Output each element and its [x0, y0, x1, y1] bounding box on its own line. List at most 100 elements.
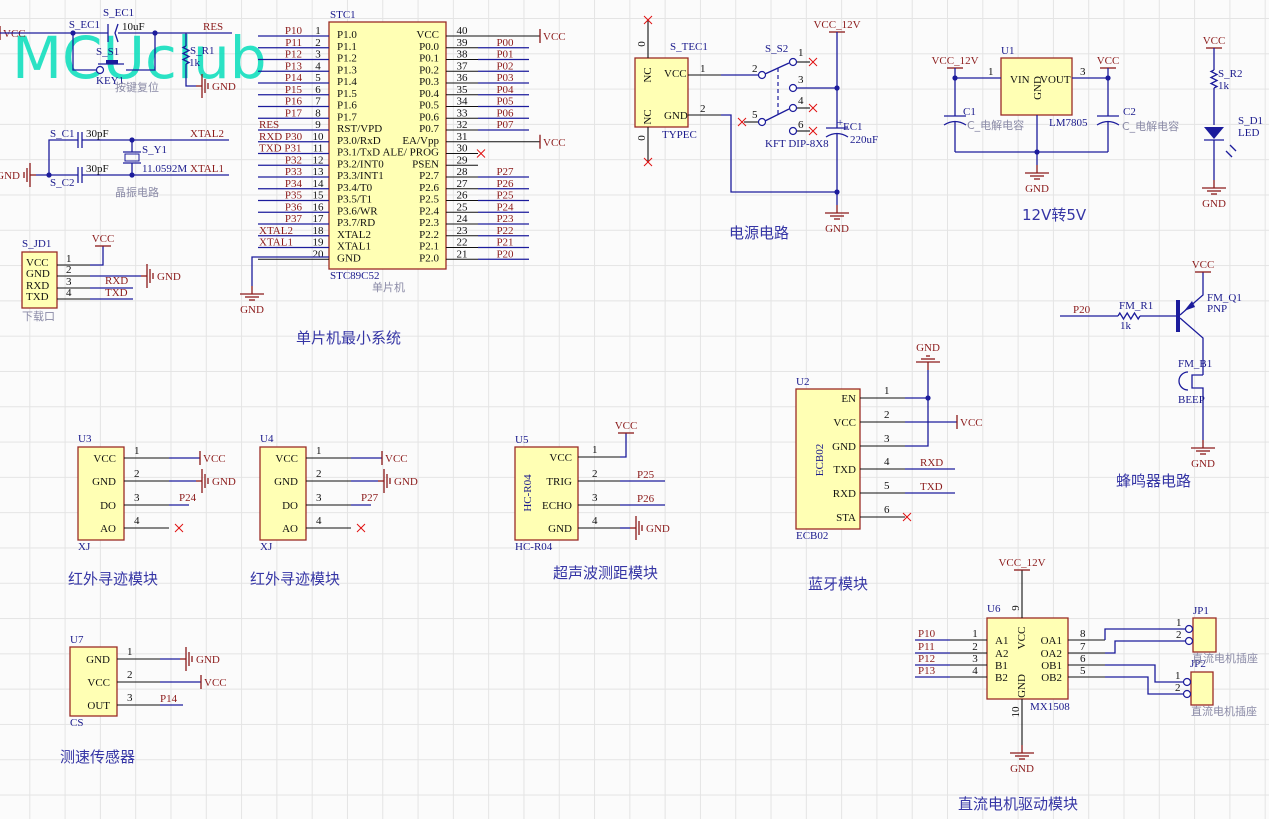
- power-label: VCC: [960, 417, 983, 429]
- ec1-ref: EC1: [843, 121, 863, 133]
- wire: [620, 433, 627, 458]
- bluetooth-pin-name: STA: [836, 512, 856, 524]
- power-label: VCC: [385, 453, 408, 465]
- pushbutton-icon: [106, 60, 118, 64]
- net-label: P34: [285, 178, 303, 190]
- pin-number: 1: [988, 66, 994, 78]
- download-header-ref: S_JD1: [22, 238, 51, 250]
- motor-driver-pin-name: A2: [995, 648, 1008, 660]
- mcu-pin-name: P1.0: [337, 29, 357, 41]
- pin-number: 1: [884, 385, 890, 397]
- mcu-pin-name: P3.2/INT0: [337, 158, 384, 170]
- net-label: P33: [285, 166, 303, 178]
- reset-caption: 按键复位: [115, 80, 159, 94]
- u3-pin-name: VCC: [93, 453, 116, 465]
- u3-pin-name: GND: [92, 476, 116, 488]
- pin-number: 8: [1080, 628, 1086, 640]
- pin-number: 3: [316, 492, 322, 504]
- crystal-c1-value: 30pF: [86, 128, 109, 140]
- ground-label: GND: [240, 304, 264, 316]
- ground-label: GND: [916, 342, 940, 354]
- rxd-net-label: RXD: [105, 275, 128, 287]
- switch-part: KFT DIP-8X8: [765, 138, 829, 150]
- pin-number: 4: [592, 515, 598, 527]
- pin-number: 2: [884, 409, 890, 421]
- u7-ref: U7: [70, 634, 84, 646]
- mcu-ref: STC1: [330, 9, 356, 21]
- net-label: P26: [637, 493, 655, 505]
- reset-resistor-ref: S_R1: [190, 45, 214, 57]
- pin-number: 1: [1175, 670, 1181, 682]
- mcu-pin-name: P0.0: [419, 41, 439, 53]
- mcu-pin-name: P1.7: [337, 111, 357, 123]
- mcu-pin-name: P0.1: [419, 53, 439, 65]
- pin-number: 36: [457, 72, 469, 84]
- net-label: P25: [496, 190, 514, 202]
- jp2-caption: 直流电机插座: [1191, 704, 1257, 718]
- junction-dot: [834, 85, 840, 91]
- pin-number: 26: [457, 190, 469, 202]
- jp1-connector-body: [1192, 617, 1217, 653]
- net-label: RES: [259, 119, 279, 131]
- pin-number: 8: [315, 107, 321, 119]
- pin-number: 20: [313, 248, 325, 260]
- led-resistor-icon: [1209, 69, 1219, 89]
- pin-number: 9: [1010, 605, 1022, 611]
- pin-number: 4: [316, 515, 322, 527]
- pin-number: 5: [1080, 665, 1086, 677]
- net-label: P11: [285, 37, 302, 49]
- mcu-pin-name: P3.4/T0: [337, 182, 373, 194]
- pin-number: 38: [457, 49, 469, 61]
- motor-driver-pin-name: A1: [995, 635, 1008, 647]
- bluetooth-pin-name: RXD: [833, 488, 856, 500]
- switch-lever-icon: [764, 108, 790, 122]
- jp1-ref: JP1: [1193, 605, 1209, 617]
- pnp-arrow-icon: [1184, 301, 1195, 311]
- section-title-motor: 直流电机驱动模块: [958, 795, 1078, 813]
- u4-part: XJ: [260, 541, 273, 553]
- regulator-part: LM7805: [1049, 117, 1088, 129]
- c1-ref: C1: [963, 106, 976, 118]
- pin-number: 10: [1010, 706, 1022, 718]
- net-label: P12: [918, 653, 935, 665]
- switch-contact-icon: [1184, 636, 1194, 646]
- pin-number: 31: [457, 131, 468, 143]
- section-title-ir1: 红外寻迹模块: [68, 570, 158, 588]
- pin-number: 28: [457, 166, 469, 178]
- pin-number: 3: [1080, 66, 1086, 78]
- net-label: P06: [496, 107, 514, 119]
- wire: [905, 370, 929, 447]
- wire: [1105, 640, 1185, 654]
- mcu-pin-name: P3.1/TxD: [337, 147, 380, 159]
- mcu-pin-name: P0.5: [419, 100, 439, 112]
- net-label: P12: [285, 49, 302, 61]
- mcu-caption: 单片机: [372, 280, 405, 294]
- motor-driver-vcc-pin: VCC: [1016, 627, 1028, 650]
- light-emission-icon: [1225, 150, 1233, 158]
- u5-pin-name: GND: [548, 523, 572, 535]
- u5-pin-name: VCC: [549, 452, 572, 464]
- power-label: VCC: [92, 233, 115, 245]
- jp1-caption: 直流电机插座: [1192, 651, 1258, 665]
- wire: [1105, 664, 1185, 683]
- pin-number: 5: [884, 480, 890, 492]
- wire: [48, 139, 78, 175]
- crystal-icon: [124, 153, 140, 162]
- junction-dot: [1034, 149, 1040, 155]
- pin-number: 5: [752, 109, 758, 121]
- net-label: P32: [285, 154, 302, 166]
- pin-number: 12: [313, 154, 324, 166]
- bluetooth-body-label: ECB02: [814, 444, 826, 476]
- pin-number: 6: [884, 504, 890, 516]
- bluetooth-pin-name: VCC: [833, 417, 856, 429]
- pin-number: 1: [1176, 617, 1182, 629]
- pnp-transistor-icon: [1176, 300, 1180, 332]
- net-label: P22: [496, 225, 513, 237]
- mcu-pin-name: P3.7/RD: [337, 217, 375, 229]
- pin-number: 2: [127, 669, 133, 681]
- section-title-speed: 测速传感器: [60, 748, 135, 766]
- pin-number: 1: [315, 25, 321, 37]
- typec-pin-name: GND: [664, 110, 688, 122]
- pin-number: 6: [315, 84, 321, 96]
- mcu-pin-name: P1.2: [337, 53, 357, 65]
